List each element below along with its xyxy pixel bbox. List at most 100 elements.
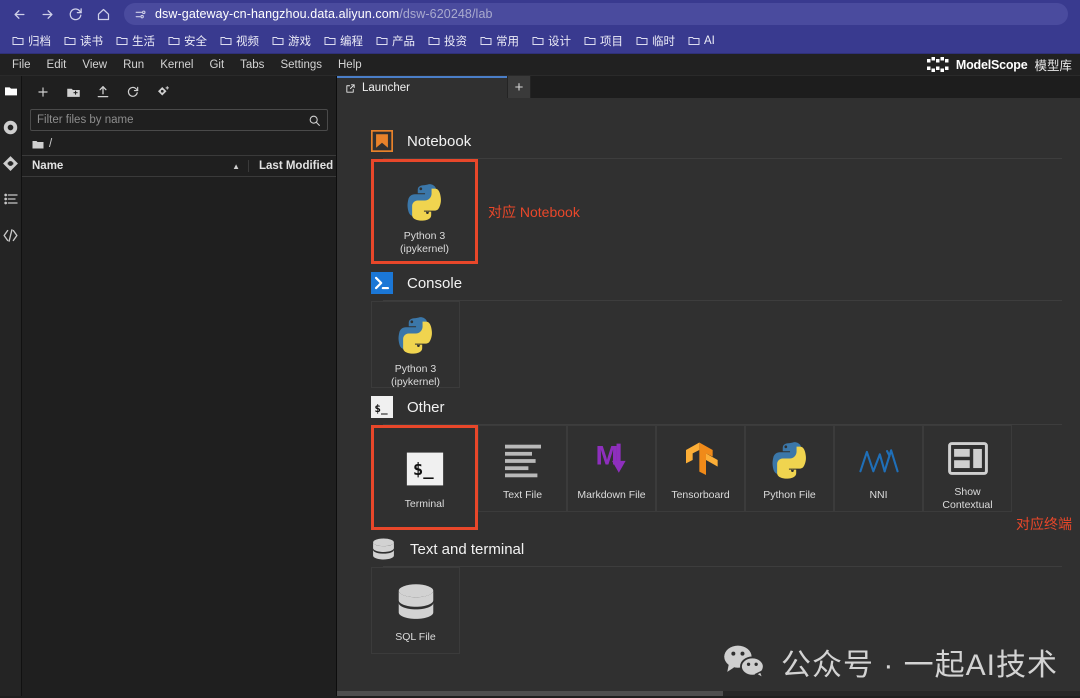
database-icon bbox=[395, 581, 437, 623]
bookmark-label: 生活 bbox=[132, 35, 155, 48]
menu-kernel[interactable]: Kernel bbox=[152, 57, 201, 73]
bookmark-10[interactable]: 常用 bbox=[474, 31, 525, 51]
search-icon[interactable] bbox=[308, 114, 321, 127]
refresh-icon[interactable] bbox=[120, 81, 146, 103]
menu-tabs[interactable]: Tabs bbox=[232, 57, 272, 73]
launcher-card-markdown-file[interactable]: M Markdown File bbox=[567, 425, 656, 512]
column-header-name[interactable]: Name ▲ bbox=[22, 160, 248, 172]
launcher-card-python-file[interactable]: Python File bbox=[745, 425, 834, 512]
site-settings-icon[interactable] bbox=[134, 8, 147, 21]
launcher-icon bbox=[345, 83, 356, 94]
launcher-card-show[interactable]: Show Contextual bbox=[923, 425, 1012, 512]
url-bar[interactable]: dsw-gateway-cn-hangzhou.data.aliyun.com/… bbox=[124, 3, 1068, 25]
new-checkpoint-icon[interactable] bbox=[150, 81, 176, 103]
launcher-card-python-3[interactable]: Python 3 (ipykernel) bbox=[371, 301, 460, 388]
folder-icon bbox=[64, 37, 76, 45]
launcher-sections: Notebook Python 3 (ipykernel) 对应 Notebook … bbox=[361, 124, 1080, 654]
bookmark-label: 读书 bbox=[80, 35, 103, 48]
home-icon[interactable] bbox=[90, 2, 116, 26]
new-folder-icon[interactable] bbox=[60, 81, 86, 103]
menu-git[interactable]: Git bbox=[201, 57, 232, 73]
search-input[interactable] bbox=[37, 114, 304, 126]
bookmark-6[interactable]: 游戏 bbox=[266, 31, 317, 51]
folder-icon bbox=[12, 37, 24, 45]
menu-help[interactable]: Help bbox=[330, 57, 370, 73]
extension-manager-icon[interactable] bbox=[2, 226, 20, 244]
table-of-contents-icon[interactable] bbox=[2, 190, 20, 208]
bookmark-2[interactable]: 读书 bbox=[58, 31, 109, 51]
sort-ascending-icon: ▲ bbox=[232, 161, 240, 171]
bookmark-4[interactable]: 安全 bbox=[162, 31, 213, 51]
bookmark-8[interactable]: 产品 bbox=[370, 31, 421, 51]
running-terminals-icon[interactable] bbox=[2, 118, 20, 136]
show-contextual-icon bbox=[947, 439, 989, 478]
breadcrumb-folder-icon bbox=[32, 139, 44, 150]
scrollbar-thumb[interactable] bbox=[337, 691, 724, 696]
reload-icon[interactable] bbox=[62, 2, 88, 26]
tab-launcher[interactable]: Launcher bbox=[337, 76, 507, 98]
column-header-last-modified[interactable]: Last Modified bbox=[248, 160, 336, 172]
bookmark-label: 临时 bbox=[652, 35, 675, 48]
forward-arrow-icon[interactable] bbox=[34, 2, 60, 26]
launcher-card-nni[interactable]: NNI bbox=[834, 425, 923, 512]
bookmark-13[interactable]: 临时 bbox=[630, 31, 681, 51]
bookmark-11[interactable]: 设计 bbox=[526, 31, 577, 51]
bookmark-14[interactable]: AI bbox=[682, 33, 721, 49]
bookmark-label: 归档 bbox=[28, 35, 51, 48]
modelscope-cn-label: 模型库 bbox=[1034, 59, 1072, 73]
launcher-card-text-file[interactable]: Text File bbox=[478, 425, 567, 512]
modelscope-label: ModelScope bbox=[955, 57, 1028, 72]
launcher-card-tensorboard[interactable]: Tensorboard bbox=[656, 425, 745, 512]
launcher-card-label: Terminal bbox=[404, 498, 445, 510]
launcher-card-sql-file[interactable]: SQL File bbox=[371, 567, 460, 654]
bookmark-label: 项目 bbox=[600, 35, 623, 48]
menu-file[interactable]: File bbox=[4, 57, 39, 73]
section-title: Other bbox=[407, 398, 445, 416]
new-launcher-icon[interactable] bbox=[30, 81, 56, 103]
menu-run[interactable]: Run bbox=[115, 57, 152, 73]
file-list[interactable] bbox=[22, 177, 336, 696]
browser-chrome: dsw-gateway-cn-hangzhou.data.aliyun.com/… bbox=[0, 0, 1080, 54]
launcher-card-python-3[interactable]: Python 3 (ipykernel) bbox=[380, 168, 469, 255]
menu-view[interactable]: View bbox=[74, 57, 115, 73]
bookmark-label: AI bbox=[704, 34, 715, 47]
console-icon bbox=[371, 272, 393, 294]
bookmark-label: 视频 bbox=[236, 35, 259, 48]
modelscope-brand[interactable]: ModelScope 模型库 bbox=[926, 55, 1076, 74]
column-last-modified-label: Last Modified bbox=[259, 160, 334, 172]
folder-icon bbox=[116, 37, 128, 45]
folder-icon bbox=[584, 37, 596, 45]
breadcrumb[interactable]: / bbox=[22, 133, 336, 155]
new-tab-button[interactable]: + bbox=[507, 76, 531, 98]
markdown-icon: M bbox=[591, 439, 633, 481]
launcher-panel: Notebook Python 3 (ipykernel) 对应 Notebook … bbox=[337, 98, 1080, 696]
bookmark-12[interactable]: 项目 bbox=[578, 31, 629, 51]
bookmark-label: 安全 bbox=[184, 35, 207, 48]
git-icon[interactable] bbox=[2, 154, 20, 172]
column-name-label: Name bbox=[32, 160, 64, 172]
bookmark-label: 投资 bbox=[444, 35, 467, 48]
launcher-card-label: Python 3 (ipykernel) bbox=[390, 363, 440, 388]
file-browser-icon[interactable] bbox=[2, 82, 20, 100]
menu-settings[interactable]: Settings bbox=[272, 57, 330, 73]
bookmark-7[interactable]: 编程 bbox=[318, 31, 369, 51]
folder-icon bbox=[688, 37, 700, 45]
url-text: dsw-gateway-cn-hangzhou.data.aliyun.com/… bbox=[155, 7, 493, 21]
bookmark-5[interactable]: 视频 bbox=[214, 31, 265, 51]
file-filter-box[interactable] bbox=[30, 109, 328, 131]
horizontal-scrollbar[interactable] bbox=[337, 691, 1080, 696]
upload-icon[interactable] bbox=[90, 81, 116, 103]
bookmark-1[interactable]: 归档 bbox=[6, 31, 57, 51]
bookmark-label: 常用 bbox=[496, 35, 519, 48]
launcher-card-label-line2: (ipykernel) bbox=[390, 375, 440, 388]
bookmark-label: 设计 bbox=[548, 35, 571, 48]
bookmark-9[interactable]: 投资 bbox=[422, 31, 473, 51]
menu-edit[interactable]: Edit bbox=[39, 57, 75, 73]
jupyterlab-app: File Edit View Run Kernel Git Tabs Settings Help… bbox=[0, 54, 1080, 696]
back-arrow-icon[interactable] bbox=[6, 2, 32, 26]
folder-icon bbox=[532, 37, 544, 45]
bookmark-3[interactable]: 生活 bbox=[110, 31, 161, 51]
python-icon bbox=[404, 182, 446, 222]
launcher-card-terminal[interactable]: $_ Terminal bbox=[380, 434, 469, 521]
text-file-icon bbox=[502, 439, 544, 481]
